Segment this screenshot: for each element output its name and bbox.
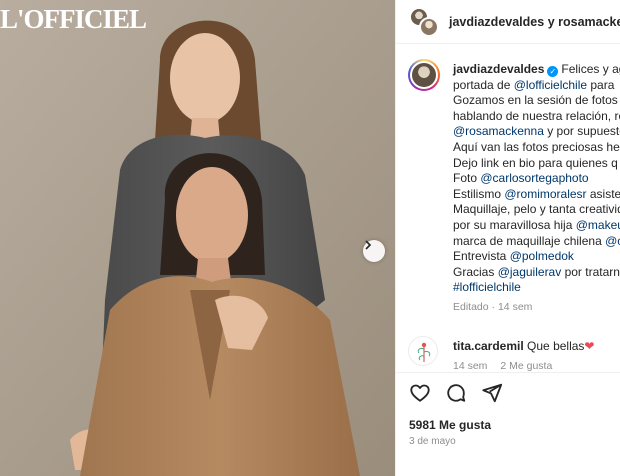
next-photo-button[interactable] (363, 240, 385, 262)
mention-link[interactable]: @rosamackenna (453, 124, 544, 138)
caption-line: Maquillaje, pelo y tanta creativid (453, 202, 620, 217)
edited-label: Editado (453, 300, 489, 313)
comment-body: Que bellas (527, 339, 585, 353)
comment-text: tita.cardemil Que bellas❤ (453, 339, 594, 353)
avatar[interactable] (419, 16, 439, 37)
comment-item: tita.cardemil Que bellas❤ 14 sem 2 Me gu… (408, 332, 620, 372)
caption-line: para (587, 77, 615, 92)
caption-meta: Editado · 14 sem (453, 300, 620, 316)
caption-avatar[interactable] (408, 59, 440, 91)
mention-link[interactable]: @romimoralesr (504, 187, 586, 201)
caption-line: por su maravillosa hija (453, 217, 576, 232)
caption-line: hablando de nuestra relación, re (453, 108, 620, 123)
likes-count[interactable]: 5981 Me gusta (409, 418, 491, 432)
caption-line: Felices y agradecidas de ser (561, 62, 620, 76)
mention-link[interactable]: @carlosortegaphoto (480, 171, 588, 185)
caption-line: portada de (453, 77, 514, 92)
header-joiner: y (547, 14, 555, 29)
magazine-logo: L'OFFICIEL (0, 4, 147, 34)
caption-line: Gozamos en la sesión de fotos y (453, 93, 620, 108)
like-heart-icon[interactable] (409, 382, 431, 404)
caption-username[interactable]: javdiazdevaldes (453, 62, 544, 76)
action-bar (409, 382, 503, 404)
heart-emoji: ❤ (584, 339, 595, 353)
header-username-2[interactable]: rosamackenna (558, 15, 620, 29)
caption-line: Aquí van las fotos preciosas hec (453, 139, 620, 154)
caption-time[interactable]: 14 sem (498, 301, 532, 313)
mention-link[interactable]: @c (605, 234, 620, 248)
share-send-icon[interactable] (481, 382, 503, 404)
mention-link[interactable]: @polmedok (510, 249, 574, 263)
commenter-username[interactable]: tita.cardemil (453, 339, 524, 353)
caption-line: asiste (586, 186, 620, 201)
floral-logo-icon (417, 342, 431, 362)
post-photo[interactable]: L'OFFICIEL (0, 0, 395, 476)
caption-line: marca de maquillaje chilena (453, 233, 606, 248)
mention-link[interactable]: @jaguilerav (498, 265, 562, 279)
post-date[interactable]: 3 de mayo (409, 436, 456, 447)
commenter-avatar[interactable] (408, 336, 438, 366)
comment-time[interactable]: 14 sem (453, 360, 487, 372)
caption-line: Entrevista (453, 249, 510, 264)
post-header: javdiazdevaldes y rosamackenna (396, 0, 620, 44)
caption-line: Dejo link en bio para quienes q (453, 155, 618, 170)
comment-bubble-icon[interactable] (445, 382, 467, 404)
post-actions-section: 5981 Me gusta 3 de mayo (396, 372, 620, 476)
collab-usernames: javdiazdevaldes y rosamackenna (449, 15, 620, 29)
collab-avatars[interactable] (409, 6, 439, 37)
caption-line: Foto (453, 171, 481, 186)
caption-text: javdiazdevaldes✓Felices y agradecidas de… (453, 62, 620, 316)
meta-separator: · (488, 300, 498, 313)
chevron-right-icon (365, 240, 372, 250)
mention-link[interactable]: @makeu (576, 218, 620, 232)
photo-illustration (0, 0, 395, 476)
mention-link[interactable]: @lofficielchile (514, 78, 587, 92)
comment-likes[interactable]: 2 Me gusta (500, 360, 552, 372)
caption-line: Gracias (453, 264, 498, 279)
header-username-1[interactable]: javdiazdevaldes (449, 15, 544, 29)
verified-badge-icon: ✓ (547, 66, 559, 77)
hashtag-link[interactable]: #lofficielchile (453, 280, 521, 294)
caption-line: por tratarno (564, 264, 620, 279)
caption-line: y por supuesto (543, 124, 620, 139)
post-sidebar: javdiazdevaldes y rosamackenna javdiazde… (395, 0, 620, 476)
caption-line: Estilismo (453, 186, 505, 201)
comment-meta: 14 sem 2 Me gusta (453, 360, 562, 372)
